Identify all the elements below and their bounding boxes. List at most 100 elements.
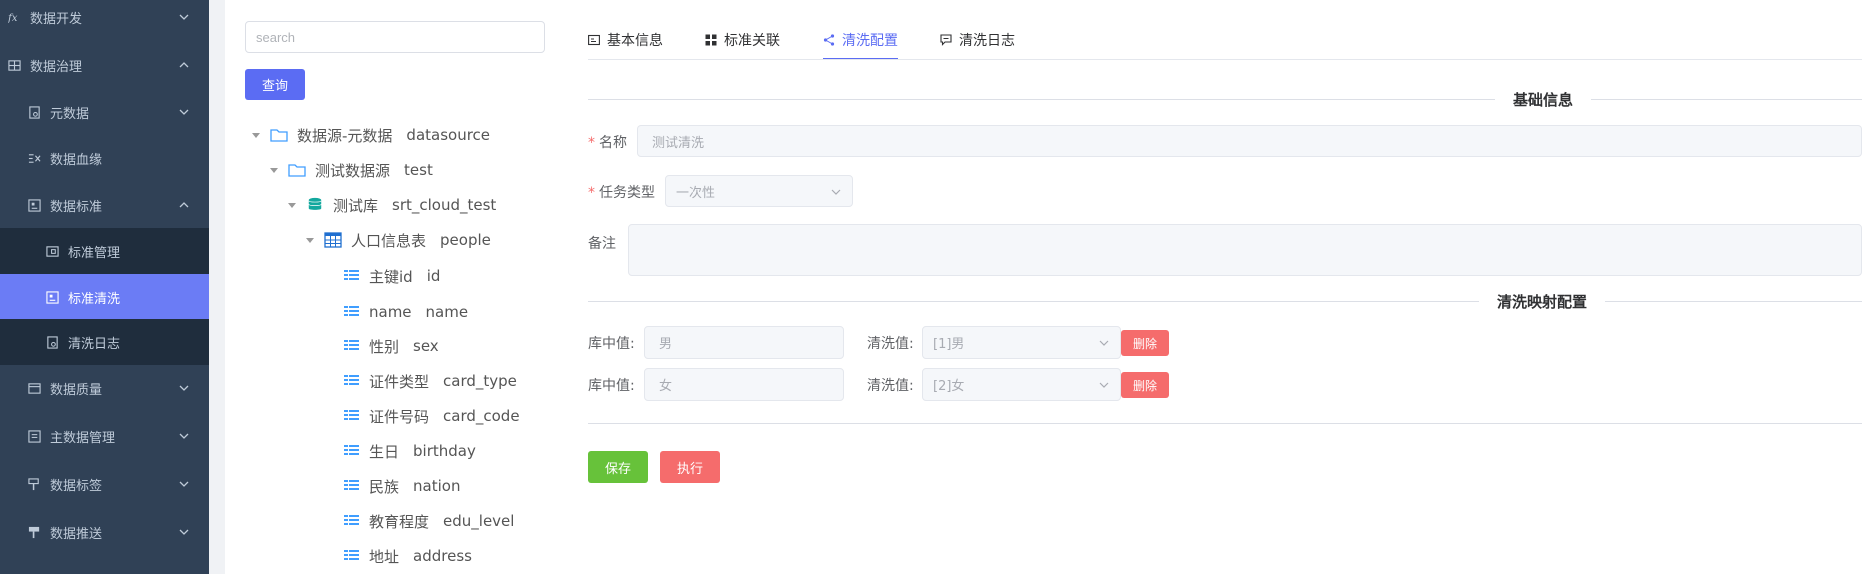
main-panel: 基本信息 标准关联 清洗配置 清洗日志 基础信息 * 名称 测试清洗 * 任务类型 … [566,0,1862,574]
sidebar-item-lineage[interactable]: 数据血缘 [0,135,209,181]
fx-icon: fx [6,9,22,25]
sidebar-item-label: 清洗日志 [68,336,121,352]
search-input[interactable] [245,21,545,53]
db-value-field[interactable]: 女 [644,368,844,401]
tree-node-column-address[interactable]: 地址 address [341,544,472,568]
sidebar-item-label: 主数据管理 [50,430,116,446]
clean-value-select[interactable]: [2]女 [922,368,1121,401]
tree-node-column-sex[interactable]: 性别 sex [341,334,439,358]
chevron-down-icon [179,383,189,393]
sidebar-item-data-push[interactable]: 数据推送 [0,509,209,555]
tab-standard-link[interactable]: 标准关联 [705,20,780,60]
task-type-select[interactable]: 一次性 [665,175,853,207]
section-title-basic: 基础信息 [1495,89,1592,110]
execute-button[interactable]: 执行 [660,451,720,483]
query-button[interactable]: 查询 [245,69,305,100]
sidebar-item-data-governance[interactable]: 数据治理 [0,42,209,88]
mapping-bottom-divider [588,423,1862,424]
lineage-icon [26,150,42,166]
task-type-label: * 任务类型 [588,185,655,201]
sidebar-item-standard-clean[interactable]: 标准清洗 [0,274,209,320]
sidebar-item-label: 数据标签 [50,478,103,494]
tree-node-test-database[interactable]: 测试库 srt_cloud_test [287,193,496,217]
svg-text:fx: fx [8,13,18,24]
sidebar-item-data-quality[interactable]: 数据质量 [0,365,209,411]
share-icon [823,34,835,46]
tree-node-column-name[interactable]: name name [341,300,468,324]
tab-clean-log[interactable]: 清洗日志 [940,20,1015,60]
sidebar-item-data-development[interactable]: fx 数据开发 [0,0,209,40]
sidebar-item-data-tag[interactable]: 数据标签 [0,461,209,507]
column-icon [341,407,361,425]
caret-down-icon[interactable] [305,235,315,245]
section-title-mapping: 清洗映射配置 [1479,291,1606,312]
chevron-down-icon [831,189,841,195]
sidebar-item-label: 数据推送 [50,526,103,542]
tree-node-people-table[interactable]: 人口信息表 people [305,228,491,252]
clean-value-select[interactable]: [1]男 [922,326,1121,359]
caret-down-icon[interactable] [251,130,261,140]
sidebar-item-standard-manage[interactable]: 标准管理 [0,228,209,274]
tree-node-column-card-code[interactable]: 证件号码 card_code [341,404,520,428]
chevron-up-icon [179,60,189,70]
remark-label: 备注 [588,236,616,252]
save-button[interactable]: 保存 [588,451,648,483]
column-icon [341,303,361,321]
metadata-icon [26,104,42,120]
sidebar-item-data-standard[interactable]: 数据标准 [0,182,209,228]
chevron-down-icon [179,431,189,441]
sidebar-item-label: 数据血缘 [50,152,103,168]
sidebar-item-clean-log[interactable]: 清洗日志 [0,319,209,365]
push-icon [26,524,42,540]
tab-divider [588,59,1862,60]
tag-icon [26,476,42,492]
master-data-icon [26,428,42,444]
sidebar-item-label: 数据质量 [50,382,103,398]
chevron-down-icon [179,527,189,537]
delete-mapping-button[interactable]: 删除 [1121,330,1169,356]
sidebar-item-master-data[interactable]: 主数据管理 [0,413,209,459]
db-value-label: 库中值: [588,378,635,394]
section-divider-basic [588,99,1862,100]
sidebar-item-label: 数据治理 [30,59,83,75]
section-divider-mapping [588,301,1862,302]
tree-node-column-nation[interactable]: 民族 nation [341,474,460,498]
tab-basic-info[interactable]: 基本信息 [588,20,663,60]
grid-icon [6,57,22,73]
folder-icon [269,126,289,144]
table-icon [323,231,343,249]
column-icon [341,442,361,460]
tree-node-column-birthday[interactable]: 生日 birthday [341,439,476,463]
db-value-field[interactable]: 男 [644,326,844,359]
sidebar-item-metadata[interactable]: 元数据 [0,89,209,135]
name-label: * 名称 [588,135,627,151]
folder-icon [287,161,307,179]
sidebar-item-label: 数据开发 [30,11,83,27]
sidebar-item-label: 标准管理 [68,245,121,261]
sidebar: fx 数据开发 数据治理 元数据 数据血缘 数据标准 标准管理 标准清洗 清洗日… [0,0,209,574]
tree-node-column-edu-level[interactable]: 教育程度 edu_level [341,509,514,533]
sidebar-item-label: 标准清洗 [68,291,121,307]
chevron-down-icon [179,107,189,117]
name-field[interactable]: 测试清洗 [637,125,1862,157]
tree-node-test-datasource[interactable]: 测试数据源 test [269,158,433,182]
chevron-down-icon [179,12,189,22]
tree-node-column-card-type[interactable]: 证件类型 card_type [341,369,517,393]
chevron-down-icon [179,479,189,489]
delete-mapping-button[interactable]: 删除 [1121,372,1169,398]
db-value-label: 库中值: [588,336,635,352]
database-icon [305,196,325,214]
tree-node-column-id[interactable]: 主键id id [341,264,440,288]
tree-panel: 查询 数据源-元数据 datasource 测试数据源 test 测试库 srt… [225,0,566,574]
sidebar-item-label: 元数据 [50,106,90,122]
clean-log-icon [44,334,60,350]
caret-down-icon[interactable] [287,200,297,210]
column-icon [341,372,361,390]
column-icon [341,547,361,565]
remark-textarea[interactable] [628,224,1862,276]
quality-icon [26,380,42,396]
caret-down-icon[interactable] [269,165,279,175]
message-icon [940,34,952,46]
tree-node-datasource[interactable]: 数据源-元数据 datasource [251,123,490,147]
tab-clean-config[interactable]: 清洗配置 [823,20,898,60]
